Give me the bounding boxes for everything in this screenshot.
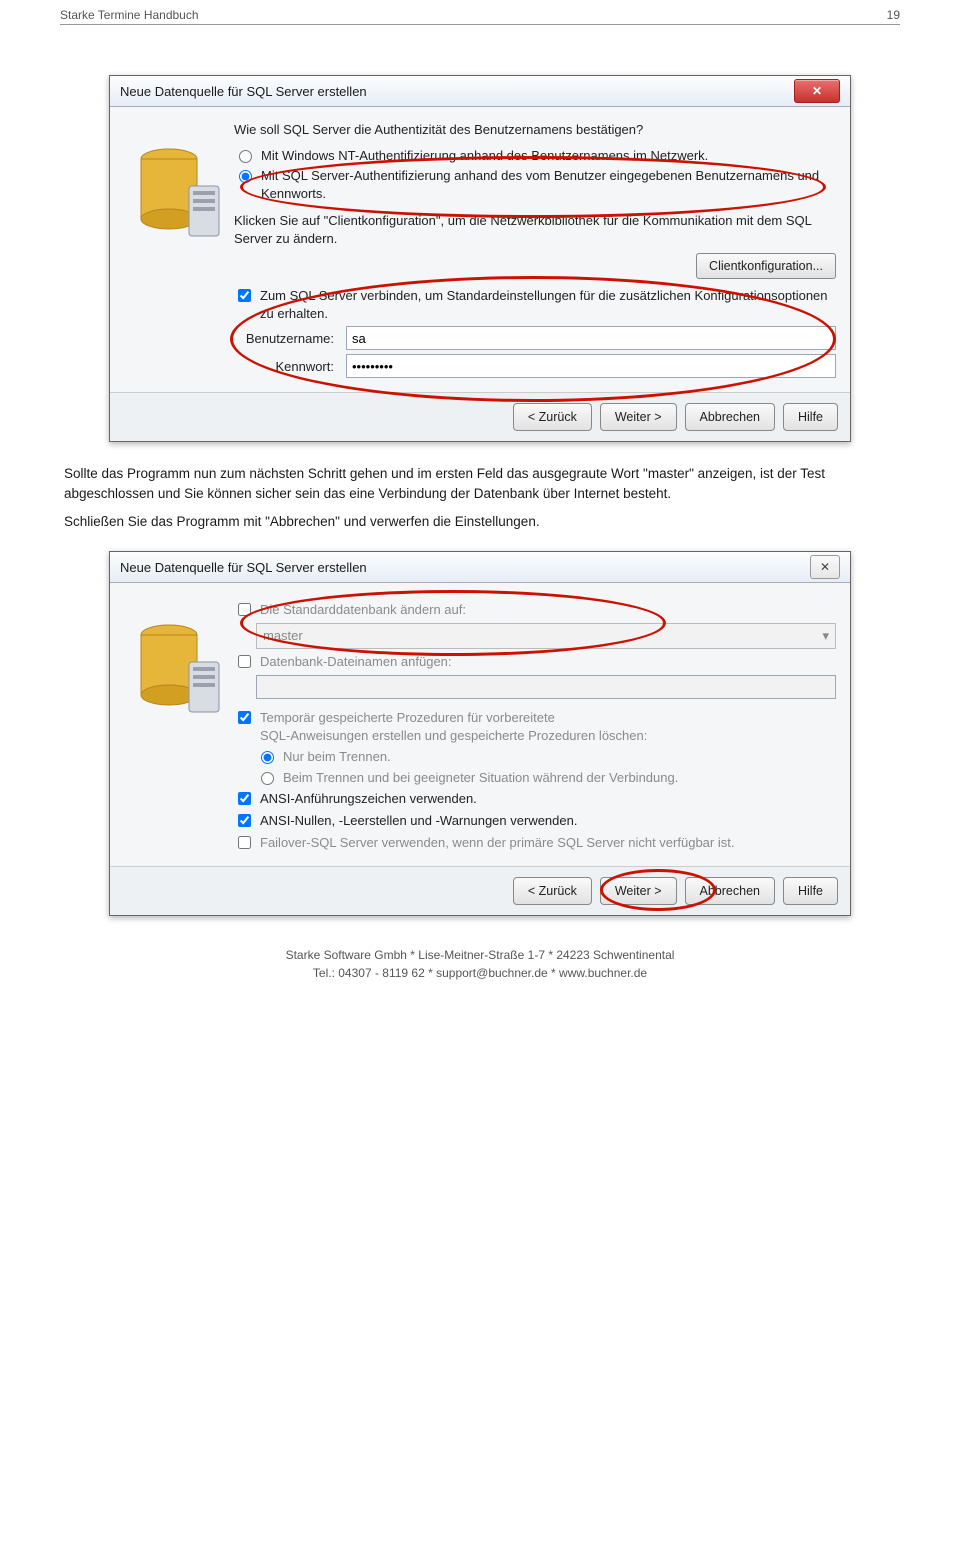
close-icon[interactable]: ✕	[810, 555, 840, 579]
failover-checkbox	[238, 836, 251, 849]
header-title: Starke Termine Handbuch	[60, 8, 199, 22]
radio-sql-label: Mit SQL Server-Authentifizierung anhand …	[261, 167, 836, 202]
attach-dbfile-field	[256, 675, 836, 699]
chevron-down-icon: ▾	[822, 627, 829, 645]
password-label: Kennwort:	[234, 358, 338, 376]
cancel-button[interactable]: Abbrechen	[685, 877, 775, 905]
clientconfig-text: Klicken Sie auf "Clientkonfiguration", u…	[234, 212, 836, 247]
connect-label: Zum SQL Server verbinden, um Standardein…	[260, 287, 836, 322]
dialog-sql-auth: Neue Datenquelle für SQL Server erstelle…	[109, 75, 851, 442]
radio-disconnect-and	[261, 772, 274, 785]
failover-label: Failover-SQL Server verwenden, wenn der …	[260, 834, 734, 852]
dialog-icon	[124, 597, 234, 856]
username-label: Benutzername:	[234, 330, 338, 348]
help-button[interactable]: Hilfe	[783, 877, 838, 905]
ansi-quotes-label: ANSI-Anführungszeichen verwenden.	[260, 790, 477, 808]
radio-disconnect-and-label: Beim Trennen und bei geeigneter Situatio…	[283, 769, 678, 787]
clientconfig-button[interactable]: Clientkonfiguration...	[696, 253, 836, 279]
dialog-title: Neue Datenquelle für SQL Server erstelle…	[120, 560, 367, 575]
dialog-sql-db: Neue Datenquelle für SQL Server erstelle…	[109, 551, 851, 916]
back-button[interactable]: < Zurück	[513, 877, 592, 905]
body-paragraph-1: Sollte das Programm nun zum nächsten Sch…	[64, 464, 896, 503]
temp-proc-label: Temporär gespeicherte Prozeduren für vor…	[260, 709, 647, 744]
help-button[interactable]: Hilfe	[783, 403, 838, 431]
back-button[interactable]: < Zurück	[513, 403, 592, 431]
radio-nt-label: Mit Windows NT-Authentifizierung anhand …	[261, 147, 708, 165]
connect-checkbox[interactable]	[238, 289, 251, 302]
username-field[interactable]	[346, 326, 836, 350]
radio-sql-auth[interactable]	[239, 170, 252, 183]
ansi-nulls-label: ANSI-Nullen, -Leerstellen und -Warnungen…	[260, 812, 577, 830]
footer-line2: Tel.: 04307 - 8119 62 * support@buchner.…	[60, 964, 900, 982]
password-field[interactable]	[346, 354, 836, 378]
footer-line1: Starke Software Gmbh * Lise-Meitner-Stra…	[60, 946, 900, 964]
db-select: master ▾	[256, 623, 836, 649]
temp-proc-checkbox	[238, 711, 251, 724]
auth-question: Wie soll SQL Server die Authentizität de…	[234, 121, 836, 139]
body-paragraph-2: Schließen Sie das Programm mit "Abbreche…	[64, 512, 896, 532]
radio-disconnect-label: Nur beim Trennen.	[283, 748, 391, 766]
change-db-label: Die Standarddatenbank ändern auf:	[260, 601, 466, 619]
radio-nt-auth[interactable]	[239, 150, 252, 163]
attach-dbfile-checkbox[interactable]	[238, 655, 251, 668]
change-db-checkbox[interactable]	[238, 603, 251, 616]
ansi-nulls-checkbox[interactable]	[238, 814, 251, 827]
radio-disconnect-only	[261, 751, 274, 764]
attach-dbfile-label: Datenbank-Dateinamen anfügen:	[260, 653, 452, 671]
dialog-title: Neue Datenquelle für SQL Server erstelle…	[120, 84, 367, 99]
ansi-quotes-checkbox[interactable]	[238, 792, 251, 805]
dialog-icon	[124, 121, 234, 382]
next-button[interactable]: Weiter >	[600, 403, 677, 431]
next-button[interactable]: Weiter >	[600, 877, 677, 905]
cancel-button[interactable]: Abbrechen	[685, 403, 775, 431]
close-icon[interactable]: ✕	[794, 79, 840, 103]
db-select-value: master	[263, 627, 303, 645]
page-number: 19	[887, 8, 900, 22]
